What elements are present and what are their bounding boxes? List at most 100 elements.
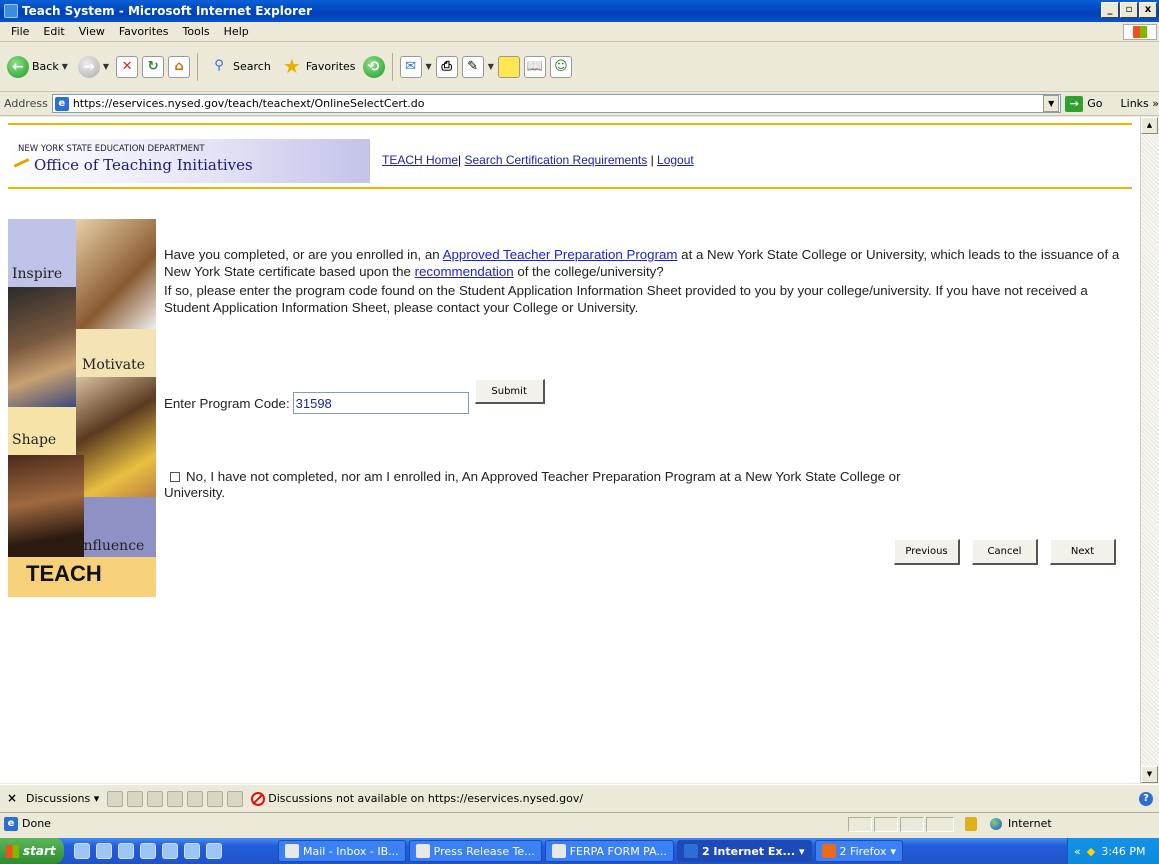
subscribe-icon[interactable] xyxy=(207,790,224,807)
app-icon[interactable] xyxy=(162,843,178,859)
menu-favorites[interactable]: Favorites xyxy=(112,25,176,38)
not-enrolled-checkbox[interactable] xyxy=(170,472,180,482)
forward-dropdown-icon[interactable]: ▼ xyxy=(103,62,109,71)
menu-view[interactable]: View xyxy=(72,25,112,38)
word-icon[interactable] xyxy=(206,843,222,859)
menu-tools[interactable]: Tools xyxy=(176,25,217,38)
status-panel xyxy=(848,817,872,832)
edit-icon[interactable]: ✎ xyxy=(461,55,484,78)
search-button[interactable]: ⚲ Search xyxy=(205,54,274,80)
previous-discussion-icon[interactable] xyxy=(167,790,184,807)
links-button[interactable]: Links » xyxy=(1121,97,1159,110)
teach-home-link[interactable]: TEACH Home xyxy=(382,153,458,167)
next-button[interactable]: Next xyxy=(1050,539,1116,565)
address-dropdown-icon[interactable]: ▼ xyxy=(1043,95,1060,112)
close-button[interactable]: x xyxy=(1139,2,1157,18)
status-panel xyxy=(874,817,898,832)
word-doc-icon xyxy=(551,844,566,858)
notepad-icon[interactable] xyxy=(118,843,134,859)
lock-icon[interactable] xyxy=(965,817,977,831)
word-motivate: Motivate xyxy=(82,357,146,373)
expand-discussion-icon[interactable] xyxy=(127,790,144,807)
cancel-button[interactable]: Cancel xyxy=(972,539,1038,565)
menu-edit[interactable]: Edit xyxy=(36,25,71,38)
minimize-button[interactable]: _ xyxy=(1101,2,1119,18)
discussions-menu[interactable]: Discussions ▾ xyxy=(26,792,99,805)
navigation-buttons: Previous Cancel Next xyxy=(894,539,1116,565)
refresh-icon[interactable]: ↻ xyxy=(142,55,165,78)
back-label: Back xyxy=(32,60,59,73)
menu-help[interactable]: Help xyxy=(217,25,256,38)
forward-button[interactable]: → ▼ xyxy=(75,54,112,80)
print-icon[interactable]: ⎙ xyxy=(435,55,458,78)
page-header: NEW YORK STATE EDUCATION DEPARTMENT Offi… xyxy=(8,123,1132,189)
collapse-discussion-icon[interactable] xyxy=(147,790,164,807)
insert-discussion-icon[interactable] xyxy=(107,790,124,807)
nysed-logo[interactable]: NEW YORK STATE EDUCATION DEPARTMENT Offi… xyxy=(10,139,370,183)
status-panel xyxy=(900,817,924,832)
go-button[interactable]: → Go xyxy=(1065,95,1103,112)
task-label: Press Release Te... xyxy=(433,844,535,858)
scroll-up-arrow-icon[interactable]: ▲ xyxy=(1141,117,1158,134)
search-icon: ⚲ xyxy=(214,57,224,73)
firefox-icon[interactable] xyxy=(74,843,90,859)
window-title-bar[interactable]: Teach System - Microsoft Internet Explor… xyxy=(0,0,1159,22)
submit-button[interactable]: Submit xyxy=(474,379,545,404)
ie-icon[interactable] xyxy=(96,843,112,859)
home-icon[interactable]: ⌂ xyxy=(168,55,191,78)
status-panel xyxy=(926,817,954,832)
task-press-release[interactable]: Press Release Te... xyxy=(408,840,542,862)
task-buttons: Mail - Inbox - IB... Press Release Te...… xyxy=(278,840,903,862)
favorites-button[interactable]: ★ Favorites xyxy=(278,54,359,80)
app-icon[interactable] xyxy=(140,843,156,859)
next-discussion-icon[interactable] xyxy=(187,790,204,807)
address-input[interactable]: e https://eservices.nysed.gov/teach/teac… xyxy=(51,94,1062,113)
start-button[interactable]: start xyxy=(0,838,64,864)
system-tray: « ◆ 3:46 PM xyxy=(1067,838,1159,864)
status-text: Done xyxy=(22,817,51,830)
mail-dropdown-icon[interactable]: ▼ xyxy=(426,62,432,71)
excel-icon[interactable] xyxy=(184,843,200,859)
window-controls: _ ▫ x xyxy=(1101,2,1157,18)
banner-photo-teacher xyxy=(8,287,76,407)
taskbar: start Mail - Inbox - IB... Press Release… xyxy=(0,838,1159,864)
research-icon[interactable]: 📖 xyxy=(523,55,546,78)
not-enrolled-label: No, I have not completed, nor am I enrol… xyxy=(164,469,901,500)
word-inspire: Inspire xyxy=(12,266,63,282)
help-icon[interactable]: ? xyxy=(1139,791,1153,806)
tray-app-icon[interactable]: ◆ xyxy=(1087,845,1095,858)
clock[interactable]: 3:46 PM xyxy=(1101,845,1145,858)
back-arrow-icon: ← xyxy=(7,55,29,78)
discussions-label: Discussions xyxy=(26,792,91,805)
messenger-icon[interactable]: ☺ xyxy=(549,55,572,78)
notes-icon[interactable] xyxy=(497,55,520,78)
task-label: Mail - Inbox - IB... xyxy=(303,844,399,858)
page-viewport[interactable]: NEW YORK STATE EDUCATION DEPARTMENT Offi… xyxy=(0,117,1140,783)
stop-icon[interactable]: ✕ xyxy=(116,55,139,78)
logout-link[interactable]: Logout xyxy=(657,153,694,167)
approved-program-link[interactable]: Approved Teacher Preparation Program xyxy=(443,247,678,262)
stop-communicating-icon[interactable] xyxy=(227,790,244,807)
tray-expand-icon[interactable]: « xyxy=(1074,845,1081,858)
discussions-message: Discussions not available on https://ese… xyxy=(268,792,584,805)
previous-button[interactable]: Previous xyxy=(894,539,960,565)
internet-zone-icon xyxy=(990,818,1002,830)
task-firefox[interactable]: 2 Firefox ▾ xyxy=(814,840,903,862)
close-icon[interactable]: × xyxy=(4,791,20,807)
mail-icon[interactable]: ✉ xyxy=(399,55,422,78)
task-ferpa-form[interactable]: FERPA FORM PA... xyxy=(544,840,674,862)
vertical-scrollbar[interactable]: ▲ ▼ xyxy=(1140,117,1159,783)
recommendation-link[interactable]: recommendation xyxy=(415,264,514,279)
edit-dropdown-icon[interactable]: ▼ xyxy=(488,62,494,71)
scroll-down-arrow-icon[interactable]: ▼ xyxy=(1141,766,1158,783)
task-internet-explorer[interactable]: 2 Internet Ex... ▾ xyxy=(676,840,812,862)
nav-separator: | xyxy=(458,153,462,167)
history-icon[interactable]: ⟲ xyxy=(362,55,385,78)
back-dropdown-icon[interactable]: ▼ xyxy=(62,62,68,71)
search-cert-link[interactable]: Search Certification Requirements xyxy=(464,153,647,167)
back-button[interactable]: ← Back ▼ xyxy=(4,54,71,80)
task-mail[interactable]: Mail - Inbox - IB... xyxy=(278,840,406,862)
restore-button[interactable]: ▫ xyxy=(1120,2,1138,18)
menu-file[interactable]: File xyxy=(4,25,36,38)
program-code-input[interactable] xyxy=(292,392,469,414)
